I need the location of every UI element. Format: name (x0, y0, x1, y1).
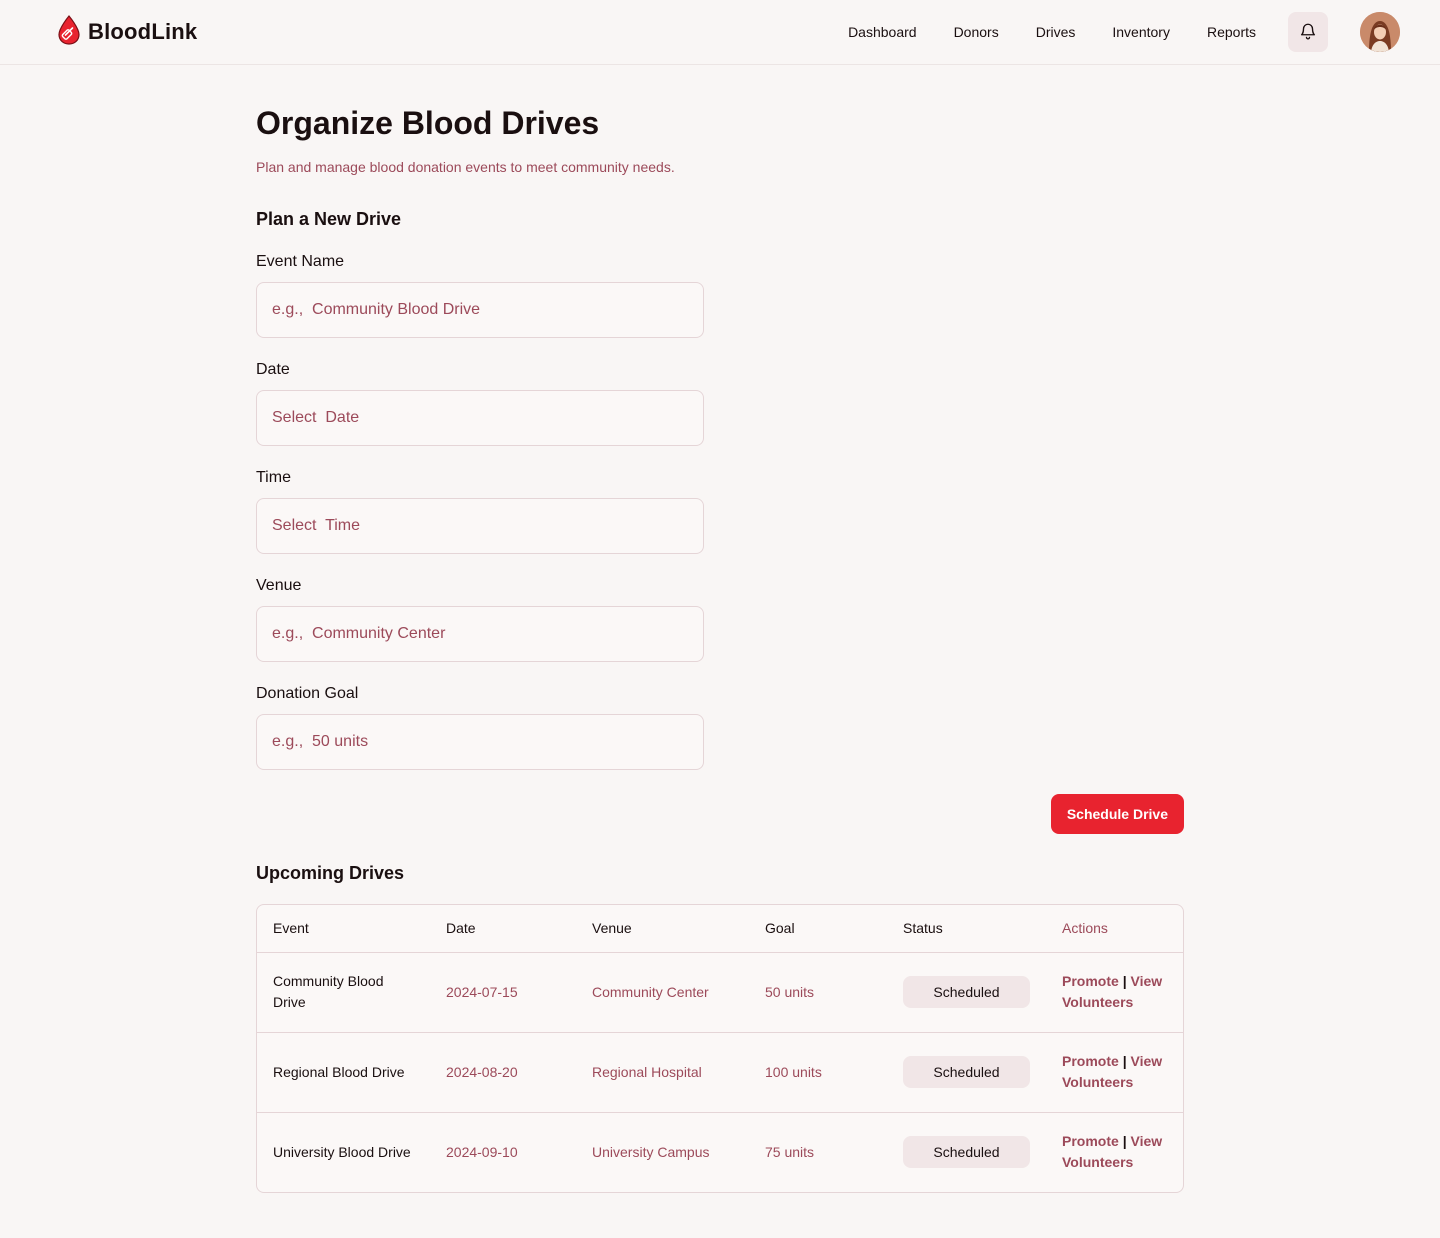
form-actions: Schedule Drive (256, 794, 1184, 834)
upcoming-drives-title: Upcoming Drives (256, 863, 405, 883)
plan-drive-form: Plan a New Drive Event Name Date Time Ve… (256, 209, 1184, 834)
promote-link[interactable]: Promote (1062, 973, 1119, 989)
donation-goal-input[interactable] (256, 714, 704, 770)
venue-cell: University Campus (592, 1143, 710, 1160)
date-label: Date (256, 361, 290, 378)
nav-link-inventory[interactable]: Inventory (1112, 24, 1170, 40)
page-subtitle: Plan and manage blood donation events to… (256, 159, 675, 175)
status-badge: Scheduled (903, 976, 1030, 1008)
action-separator: | (1122, 973, 1127, 989)
status-cell: Scheduled (887, 952, 1046, 1033)
event-cell: Regional Blood Drive (257, 1032, 430, 1113)
actions-cell: Promote | View Volunteers (1046, 952, 1183, 1033)
date-input[interactable] (256, 390, 704, 446)
upcoming-drives-table: Event Date Venue Goal Status Actions Com… (256, 904, 1184, 1193)
time-input[interactable] (256, 498, 704, 554)
table-header-row: Event Date Venue Goal Status Actions (257, 905, 1183, 953)
main-content: Organize Blood Drives Plan and manage bl… (256, 65, 1184, 1193)
notifications-button[interactable] (1288, 12, 1328, 52)
table-row: University Blood Drive 2024-09-10 Univer… (257, 1112, 1183, 1192)
upcoming-drives: Upcoming Drives Event Date Venue Goal St… (256, 863, 1184, 1193)
bell-icon (1299, 22, 1317, 43)
promote-link[interactable]: Promote (1062, 1053, 1119, 1069)
blood-drop-logo-icon (58, 14, 80, 50)
schedule-drive-button[interactable]: Schedule Drive (1050, 794, 1184, 834)
top-nav-bar: BloodLink Dashboard Donors Drives Invent… (0, 0, 1440, 65)
date-cell: 2024-08-20 (430, 1032, 576, 1113)
brand-name: BloodLink (88, 19, 198, 44)
event-cell: Community Blood Drive (257, 952, 430, 1033)
status-cell: Scheduled (887, 1032, 1046, 1113)
brand[interactable]: BloodLink (58, 14, 198, 50)
date-cell: 2024-09-10 (446, 1143, 518, 1160)
table-row: Community Blood Drive 2024-07-15 Communi… (257, 952, 1183, 1033)
venue-label: Venue (256, 577, 302, 594)
status-cell: Scheduled (887, 1112, 1046, 1192)
goal-cell: 50 units (749, 952, 887, 1033)
venue-input[interactable] (256, 606, 704, 662)
column-header-goal: Goal (749, 905, 887, 953)
goal-cell: 75 units (765, 1143, 815, 1160)
time-label: Time (256, 469, 291, 486)
column-header-actions: Actions (1046, 905, 1183, 953)
status-badge: Scheduled (903, 1136, 1030, 1169)
donation-goal-label: Donation Goal (256, 685, 359, 702)
nav-link-donors[interactable]: Donors (954, 24, 999, 40)
venue-cell: Regional Hospital (576, 1032, 749, 1113)
page-title: Organize Blood Drives (256, 105, 600, 141)
venue-cell: Community Center (576, 952, 749, 1033)
date-cell: 2024-07-15 (430, 952, 576, 1033)
column-header-date: Date (430, 905, 576, 953)
goal-cell: 100 units (749, 1032, 887, 1113)
action-separator: | (1122, 1053, 1127, 1069)
column-header-event: Event (257, 905, 430, 953)
nav-link-dashboard[interactable]: Dashboard (848, 24, 917, 40)
promote-link[interactable]: Promote (1062, 1133, 1119, 1149)
nav-link-drives[interactable]: Drives (1036, 24, 1076, 40)
table-row: Regional Blood Drive 2024-08-20 Regional… (257, 1032, 1183, 1113)
action-separator: | (1122, 1133, 1127, 1150)
nav-link-reports[interactable]: Reports (1207, 24, 1256, 40)
column-header-status: Status (887, 905, 1046, 953)
column-header-venue: Venue (576, 905, 749, 953)
status-badge: Scheduled (903, 1056, 1030, 1088)
form-title: Plan a New Drive (256, 209, 402, 229)
main-nav: Dashboard Donors Drives Inventory Report… (848, 24, 1256, 40)
event-name-label: Event Name (256, 253, 345, 270)
user-avatar[interactable] (1360, 12, 1400, 52)
event-cell: University Blood Drive (273, 1143, 411, 1160)
event-name-input[interactable] (256, 282, 704, 338)
actions-cell: Promote | View Volunteers (1046, 1032, 1183, 1113)
actions-cell: Promote | View Volunteers (1046, 1112, 1183, 1192)
